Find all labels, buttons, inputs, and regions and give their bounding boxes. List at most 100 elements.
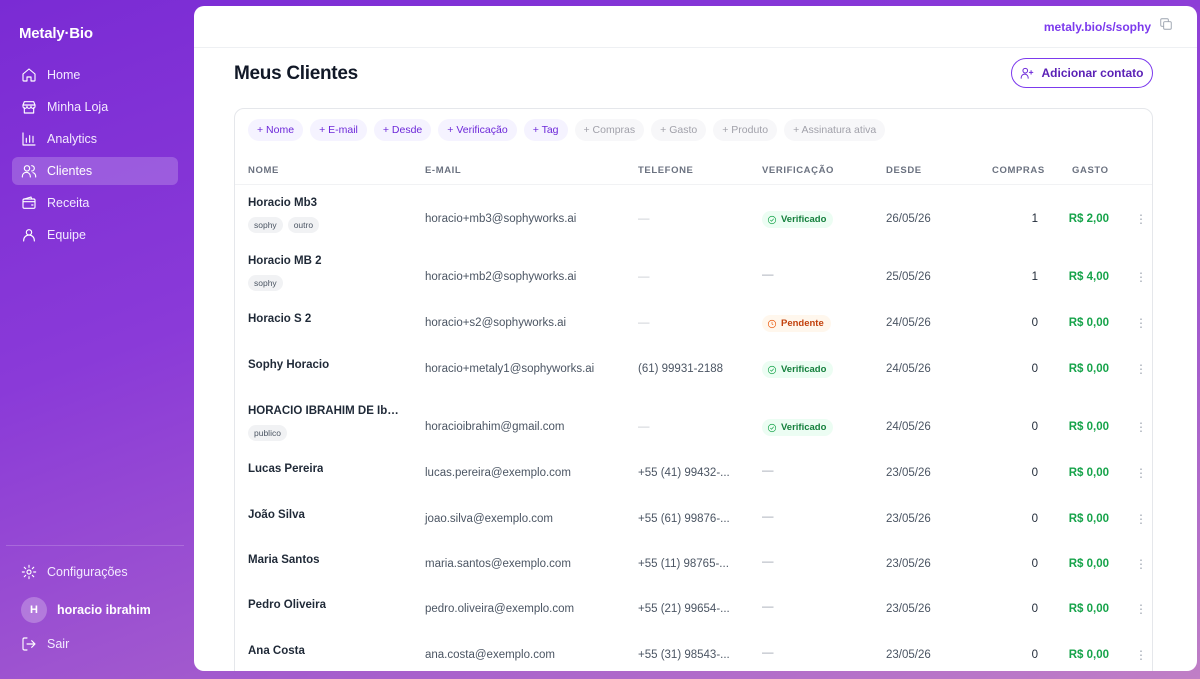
- filter-chip[interactable]: + Assinatura ativa: [784, 119, 886, 141]
- filter-chip[interactable]: + Gasto: [651, 119, 707, 141]
- filter-chip[interactable]: + Verificação: [438, 119, 517, 141]
- client-since: 23/05/26: [886, 558, 931, 570]
- client-name[interactable]: Maria Santos: [248, 554, 320, 566]
- client-since: 23/05/26: [886, 467, 931, 479]
- filter-chip[interactable]: + Desde: [373, 119, 432, 141]
- status-badge: Verificado: [762, 211, 834, 228]
- client-email: maria.santos@exemplo.com: [425, 558, 571, 570]
- filter-chip[interactable]: + Nome: [248, 119, 304, 141]
- client-email: lucas.pereira@exemplo.com: [425, 467, 571, 479]
- verification-status: —: [762, 465, 774, 477]
- client-since: 23/05/26: [886, 603, 931, 615]
- column-header-since[interactable]: DESDE: [886, 165, 922, 176]
- wallet-icon: [22, 196, 36, 209]
- client-email: horacio+mb3@sophyworks.ai: [425, 213, 577, 225]
- client-spent: R$ 4,00: [1068, 271, 1109, 283]
- settings-link[interactable]: Configurações: [21, 564, 128, 580]
- client-name[interactable]: Horacio MB 2: [248, 255, 322, 267]
- column-header-spent[interactable]: GASTO: [1072, 165, 1109, 176]
- user-profile[interactable]: H horacio ibrahim: [21, 597, 151, 623]
- logout-link[interactable]: Sair: [21, 636, 69, 652]
- column-header-email[interactable]: E-MAIL: [425, 165, 461, 176]
- gear-icon: [21, 564, 37, 580]
- row-menu-icon[interactable]: ⋮: [1135, 271, 1147, 283]
- user-plus-icon: [1021, 67, 1034, 79]
- client-purchases: 0: [1031, 467, 1038, 479]
- client-email: horacio+metaly1@sophyworks.ai: [425, 363, 595, 375]
- filter-chip[interactable]: + E-mail: [310, 119, 367, 141]
- sidebar-item-analytics[interactable]: Analytics: [12, 125, 178, 153]
- row-menu-icon[interactable]: ⋮: [1135, 421, 1147, 433]
- status-badge: Verificado: [762, 419, 834, 436]
- add-contact-label: Adicionar contato: [1041, 66, 1144, 80]
- client-email: horacioibrahim@gmail.com: [425, 421, 565, 433]
- sidebar-item-home[interactable]: Home: [12, 61, 178, 89]
- sidebar-item-label: Equipe: [47, 228, 86, 242]
- client-phone: +55 (21) 99654-...: [638, 603, 730, 615]
- tag-list: sophy: [248, 275, 288, 291]
- verification-status: Verificado: [762, 361, 834, 378]
- client-spent: R$ 0,00: [1068, 649, 1109, 661]
- chart-icon: [22, 132, 36, 146]
- settings-label: Configurações: [47, 565, 128, 579]
- row-menu-icon[interactable]: ⋮: [1135, 213, 1147, 225]
- client-purchases: 0: [1031, 603, 1038, 615]
- client-name[interactable]: João Silva: [248, 509, 305, 521]
- row-menu-icon[interactable]: ⋮: [1135, 649, 1147, 661]
- column-header-name[interactable]: NOME: [248, 165, 279, 176]
- filter-chip[interactable]: + Compras: [574, 119, 645, 141]
- row-menu-icon[interactable]: ⋮: [1135, 467, 1147, 479]
- logout-label: Sair: [47, 637, 70, 651]
- client-spent: R$ 2,00: [1068, 213, 1109, 225]
- client-phone: +55 (61) 99876-...: [638, 513, 730, 525]
- client-spent: R$ 0,00: [1068, 317, 1109, 329]
- verification-status: —: [762, 601, 774, 613]
- sidebar-item-equipe[interactable]: Equipe: [12, 221, 178, 249]
- column-header-purchases[interactable]: COMPRAS: [992, 165, 1045, 176]
- column-header-verification[interactable]: VERIFICAÇÃO: [762, 165, 834, 176]
- copy-icon[interactable]: [1159, 17, 1173, 36]
- row-menu-icon[interactable]: ⋮: [1135, 603, 1147, 615]
- logout-icon: [22, 637, 36, 651]
- client-name[interactable]: Pedro Oliveira: [248, 599, 326, 611]
- column-header-phone[interactable]: TELEFONE: [638, 165, 693, 176]
- client-email: horacio+s2@sophyworks.ai: [425, 317, 567, 329]
- filter-chip[interactable]: + Tag: [523, 119, 568, 141]
- client-name[interactable]: Lucas Pereira: [248, 463, 323, 475]
- client-purchases: 1: [1031, 271, 1038, 283]
- row-menu-icon[interactable]: ⋮: [1135, 513, 1147, 525]
- client-name[interactable]: HORACIO IBRAHIM DE Ibrahim: [248, 405, 400, 417]
- sidebar-item-receita[interactable]: Receita: [12, 189, 178, 217]
- client-name[interactable]: Ana Costa: [248, 645, 305, 657]
- status-badge-label: Verificado: [781, 422, 827, 433]
- team-icon: [23, 229, 35, 242]
- row-menu-icon[interactable]: ⋮: [1135, 558, 1147, 570]
- client-phone: (61) 99931-2188: [638, 363, 724, 375]
- sidebar-item-clientes[interactable]: Clientes: [12, 157, 178, 185]
- sidebar-divider: [6, 545, 184, 546]
- client-phone: —: [638, 213, 650, 225]
- client-purchases: 0: [1031, 513, 1038, 525]
- client-name[interactable]: Horacio Mb3: [248, 197, 317, 209]
- sidebar-item-label: Home: [47, 68, 81, 82]
- client-purchases: 0: [1031, 649, 1038, 661]
- clients-table: + Nome + E-mail + Desde + Verificação + Tag +…: [234, 108, 1153, 671]
- store-url-link[interactable]: metaly.bio/s/sophy: [1044, 20, 1151, 34]
- top-bar: metaly.bio/s/sophy: [194, 6, 1197, 48]
- client-name[interactable]: Sophy Horacio: [248, 359, 329, 371]
- client-since: 23/05/26: [886, 513, 931, 525]
- sidebar-item-minha-loja[interactable]: Minha Loja: [12, 93, 178, 121]
- row-menu-icon[interactable]: ⋮: [1135, 317, 1147, 329]
- client-phone: —: [638, 271, 650, 283]
- client-phone: +55 (41) 99432-...: [638, 467, 730, 479]
- filter-chip[interactable]: + Produto: [713, 119, 778, 141]
- row-menu-icon[interactable]: ⋮: [1135, 363, 1147, 375]
- client-name[interactable]: Horacio S 2: [248, 313, 311, 325]
- home-icon: [22, 68, 36, 82]
- verification-status: —: [762, 556, 774, 568]
- sidebar-nav: Home Minha Loja Analytics Clientes Recei…: [12, 61, 178, 253]
- add-contact-button[interactable]: Adicionar contato: [1011, 58, 1153, 88]
- client-spent: R$ 0,00: [1068, 421, 1109, 433]
- client-phone: +55 (31) 98543-...: [638, 649, 730, 661]
- avatar: H: [21, 597, 47, 623]
